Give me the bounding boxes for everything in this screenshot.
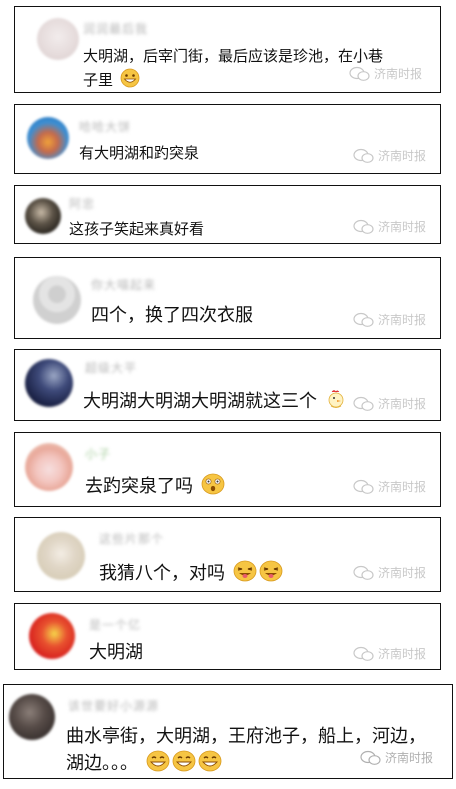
comment-line: 曲水亭街，大明湖，王府池子，船上，河边， (66, 726, 426, 747)
username[interactable]: 该世要好小源源 (68, 697, 159, 714)
comment-line: 大明湖，后宰门街，最后应该是珍池，在小巷 (83, 47, 384, 65)
username[interactable]: 哈哈大饼 (79, 118, 131, 135)
comment-text: 有大明湖和趵突泉 (79, 143, 199, 163)
watermark: 济南时报 (353, 478, 426, 495)
wechat-icon (353, 312, 374, 327)
comment-text: 大明湖大明湖大明湖就这三个 (83, 388, 347, 414)
watermark: 济南时报 (360, 749, 433, 766)
grin-emoji (198, 750, 222, 772)
comment-text: 这孩子笑起来真好看 (69, 219, 204, 239)
comment-card: 这些片那个 我猜八个，对吗 济南时报 (14, 517, 441, 592)
comment-text: 我猜八个，对吗 (99, 560, 283, 586)
avatar[interactable] (25, 198, 61, 234)
avatar[interactable] (37, 18, 79, 60)
comment-line: 四个，换了四次衣服 (91, 305, 253, 326)
comment-line: 去趵突泉了吗 (85, 476, 193, 497)
watermark: 济南时报 (349, 65, 422, 82)
wechat-icon (360, 750, 381, 765)
comment-card: 润润最后我 大明湖，后宰门街，最后应该是珍池，在小巷 子里 济南时报 (14, 6, 441, 93)
username[interactable]: 是一个亿 (89, 616, 141, 633)
watermark-text: 济南时报 (378, 480, 427, 494)
avatar[interactable] (25, 443, 73, 491)
comment-line: 大明湖大明湖大明湖就这三个 (83, 391, 317, 412)
comment-text: 去趵突泉了吗 (85, 473, 225, 499)
avatar[interactable] (9, 694, 55, 740)
username[interactable]: 这些片那个 (99, 530, 164, 547)
watermark: 济南时报 (353, 645, 426, 662)
comment-card: 哈哈大饼 有大明湖和趵突泉 济南时报 (14, 104, 441, 174)
avatar[interactable] (33, 276, 81, 324)
comment-card: 是一个亿 大明湖 济南时报 (14, 603, 441, 670)
watermark-text: 济南时报 (374, 67, 423, 81)
grin-emoji (146, 750, 170, 772)
username[interactable]: 小子 (85, 445, 111, 462)
watermark-text: 济南时报 (378, 313, 427, 327)
comment-text: 大明湖 (89, 641, 143, 665)
watermark: 济南时报 (353, 564, 426, 581)
username[interactable]: 超级大平 (85, 359, 137, 376)
comment-line: 有大明湖和趵突泉 (79, 144, 200, 162)
comment-card: 阿忠 这孩子笑起来真好看 济南时报 (14, 185, 441, 244)
watermark: 济南时报 (353, 395, 426, 412)
watermark-text: 济南时报 (378, 220, 427, 234)
grin-emoji (172, 750, 196, 772)
avatar[interactable] (37, 532, 85, 580)
watermark-text: 济南时报 (378, 149, 427, 163)
watermark-text: 济南时报 (378, 397, 427, 411)
wechat-icon (353, 646, 374, 661)
wechat-icon (349, 66, 370, 81)
wechat-icon (353, 565, 374, 580)
comment-card: 你大喵起来 四个，换了四次衣服 济南时报 (14, 257, 441, 339)
username[interactable]: 阿忠 (69, 195, 95, 212)
watermark-text: 济南时报 (385, 751, 434, 765)
wink-tongue-emoji (259, 560, 283, 582)
avatar[interactable] (25, 359, 73, 407)
wechat-icon (353, 148, 374, 163)
comment-card: 小子 去趵突泉了吗 济南时报 (14, 432, 441, 507)
wechat-icon (353, 479, 374, 494)
comment-line: 大明湖 (89, 642, 143, 663)
watermark: 济南时报 (353, 311, 426, 328)
comment-text: 四个，换了四次衣服 (91, 304, 253, 328)
wechat-icon (353, 396, 374, 411)
grin-emoji (120, 68, 140, 88)
watermark: 济南时报 (353, 147, 426, 164)
comment-line: 这孩子笑起来真好看 (69, 220, 205, 238)
comment-line: 湖边。。。 (66, 753, 138, 774)
comment-line: 我猜八个，对吗 (99, 563, 225, 584)
comment-card: 该世要好小源源 曲水亭街，大明湖，王府池子，船上，河边， 湖边。。。 济南时报 (3, 684, 453, 779)
watermark-text: 济南时报 (378, 566, 427, 580)
wechat-icon (353, 219, 374, 234)
wink-tongue-emoji (233, 560, 257, 582)
surprised-emoji (201, 473, 225, 495)
watermark: 济南时报 (353, 218, 426, 235)
comment-text: 大明湖，后宰门街，最后应该是珍池，在小巷 子里 (83, 45, 383, 92)
username[interactable]: 润润最后我 (83, 20, 148, 37)
comment-line: 子里 (83, 71, 114, 89)
rooster-emoji (328, 390, 344, 408)
comment-card: 超级大平 大明湖大明湖大明湖就这三个 济南时报 (14, 349, 441, 421)
avatar[interactable] (29, 613, 75, 659)
watermark-text: 济南时报 (378, 647, 427, 661)
username[interactable]: 你大喵起来 (91, 276, 156, 293)
avatar[interactable] (27, 117, 69, 159)
